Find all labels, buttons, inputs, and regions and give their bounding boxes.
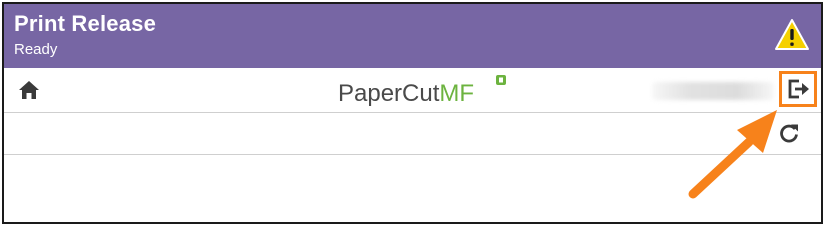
page-title: Print Release <box>14 11 157 36</box>
papercut-mf-logo: PaperCutMF <box>338 75 506 108</box>
toolbar: PaperCutMF <box>4 68 821 113</box>
user-name-redacted <box>652 82 774 100</box>
header-bar: Print Release Ready <box>4 4 821 68</box>
logout-icon <box>788 79 809 99</box>
warning-triangle-icon[interactable] <box>774 18 810 52</box>
logo-text-mf: MF <box>439 80 475 107</box>
refresh-icon[interactable] <box>778 122 800 144</box>
action-row <box>4 113 821 155</box>
print-release-window: Print Release Ready PaperCutMF <box>2 2 823 224</box>
logo-mark-icon <box>496 75 506 85</box>
logo-text-papercut: PaperCut <box>338 80 440 107</box>
logout-button[interactable] <box>779 71 817 107</box>
status-text: Ready <box>14 41 58 58</box>
home-icon[interactable] <box>18 80 40 100</box>
